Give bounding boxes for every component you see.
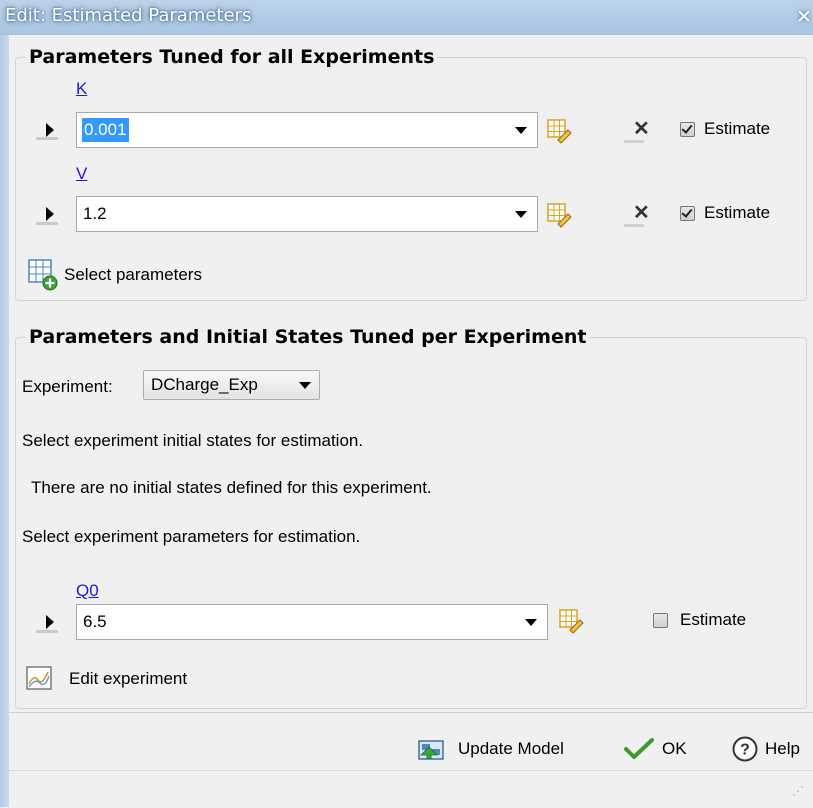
chevron-down-icon[interactable]	[299, 382, 311, 389]
svg-text:?: ?	[740, 742, 750, 759]
chevron-down-icon[interactable]	[515, 127, 527, 134]
close-icon[interactable]: ✕	[796, 6, 812, 29]
group-per-exp-title: Parameters and Initial States Tuned per …	[26, 326, 590, 348]
param-k-estimate-label: Estimate	[704, 119, 771, 138]
chevron-down-icon[interactable]	[525, 619, 537, 626]
param-k-value-combo[interactable]: 0.001	[76, 112, 538, 148]
param-v-estimate-checkbox[interactable]	[680, 206, 695, 221]
window-frame	[0, 35, 9, 807]
ok-button[interactable]: OK	[623, 734, 703, 764]
param-q0-value-combo[interactable]: 6.5	[76, 604, 548, 640]
group-all-title: Parameters Tuned for all Experiments	[26, 46, 438, 68]
expand-shadow	[36, 222, 58, 225]
group-per-experiment	[15, 337, 807, 709]
experiment-value: DCharge_Exp	[151, 375, 258, 394]
edit-experiment-label: Edit experiment	[69, 669, 188, 688]
footer-separator	[9, 712, 813, 713]
param-k-value: 0.001	[82, 118, 129, 142]
delete-x-icon[interactable]: ✕	[633, 116, 650, 141]
initial-states-prompt: Select experiment initial states for est…	[22, 431, 364, 450]
chevron-down-icon[interactable]	[515, 211, 527, 218]
param-v-value: 1.2	[83, 204, 107, 223]
checkmark-icon	[624, 738, 654, 759]
edit-experiment-button[interactable]: Edit experiment	[26, 664, 246, 694]
edit-table-icon[interactable]	[558, 608, 584, 634]
update-model-icon	[418, 740, 444, 760]
delete-x-icon[interactable]: ✕	[633, 200, 650, 225]
window-title: Edit: Estimated Parameters	[5, 5, 252, 26]
param-k-link[interactable]: K	[76, 79, 87, 99]
expand-arrow-icon[interactable]	[46, 615, 54, 629]
param-q0-estimate-checkbox[interactable]	[653, 613, 668, 628]
experiment-label: Experiment:	[22, 377, 113, 396]
param-q0-value: 6.5	[83, 612, 107, 631]
expand-arrow-icon[interactable]	[46, 123, 54, 137]
select-parameters-button[interactable]: Select parameters	[28, 259, 278, 291]
edit-table-icon[interactable]	[546, 118, 572, 144]
help-label: Help	[765, 739, 800, 758]
edit-table-icon[interactable]	[546, 202, 572, 228]
param-v-link[interactable]: V	[76, 164, 87, 184]
update-model-label: Update Model	[458, 739, 564, 758]
title-bar[interactable]: Edit: Estimated Parameters ✕	[0, 0, 813, 36]
add-table-icon	[28, 259, 58, 291]
expand-arrow-icon[interactable]	[46, 207, 54, 221]
edit-experiment-icon	[26, 666, 52, 690]
param-v-value-combo[interactable]: 1.2	[76, 196, 538, 232]
parameters-prompt: Select experiment parameters for estimat…	[22, 527, 361, 546]
resize-grip-icon[interactable]: ⋰	[792, 784, 806, 798]
expand-shadow	[36, 630, 58, 633]
param-k-estimate-checkbox[interactable]	[680, 122, 695, 137]
experiment-select[interactable]: DCharge_Exp	[143, 370, 320, 400]
param-v-estimate-label: Estimate	[704, 203, 771, 222]
param-q0-link[interactable]: Q0	[76, 581, 99, 601]
no-initial-states-text: There are no initial states defined for …	[31, 478, 432, 497]
expand-shadow	[36, 137, 58, 140]
status-bar	[9, 770, 813, 808]
help-button[interactable]: ? Help	[731, 734, 813, 764]
param-q0-estimate-label: Estimate	[680, 610, 747, 629]
select-parameters-label: Select parameters	[64, 265, 202, 284]
ok-label: OK	[662, 739, 687, 758]
help-icon: ?	[732, 736, 758, 762]
update-model-button[interactable]: Update Model	[417, 734, 597, 764]
